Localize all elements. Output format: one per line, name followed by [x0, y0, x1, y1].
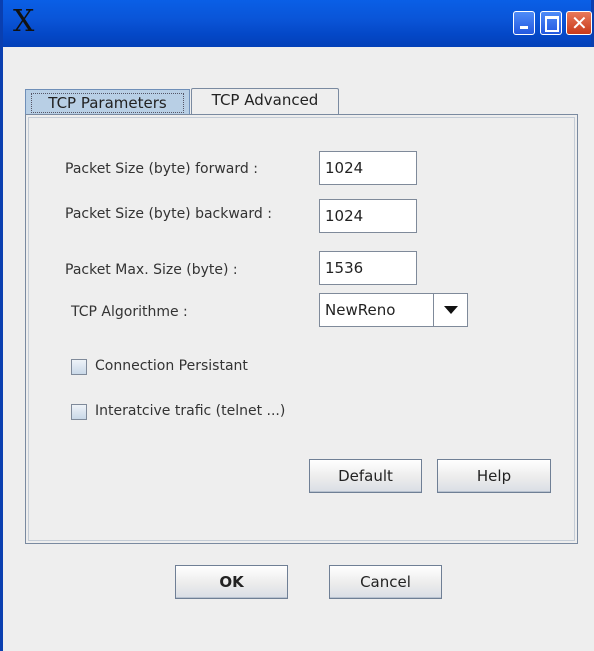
packet-size-forward-field[interactable]: 1024	[319, 151, 417, 185]
interactive-traffic-label: Interatcive trafic (telnet ...)	[95, 403, 286, 419]
chevron-down-icon[interactable]	[433, 294, 467, 326]
close-icon: ✕	[571, 11, 588, 35]
interactive-traffic-checkbox[interactable]	[71, 404, 87, 420]
connection-persistant-label: Connection Persistant	[95, 358, 248, 374]
tab-tcp-advanced[interactable]: TCP Advanced	[191, 88, 339, 114]
packet-size-backward-field[interactable]: 1024	[319, 199, 417, 233]
tcp-algorithm-label: TCP Algorithme :	[71, 304, 188, 320]
packet-size-backward-label: Packet Size (byte) backward :	[65, 206, 272, 222]
minimize-button[interactable]	[513, 11, 535, 35]
maximize-button[interactable]	[540, 11, 562, 35]
tab-tcp-advanced-label: TCP Advanced	[211, 91, 319, 109]
packet-max-size-field[interactable]: 1536	[319, 251, 417, 285]
packet-max-size-label: Packet Max. Size (byte) :	[65, 262, 238, 278]
cancel-button[interactable]: Cancel	[329, 565, 442, 599]
tab-tcp-parameters[interactable]: TCP Parameters	[25, 89, 190, 114]
ok-button[interactable]: OK	[175, 565, 288, 599]
packet-size-forward-label: Packet Size (byte) forward :	[65, 161, 258, 177]
title-bar[interactable]: X ✕	[0, 0, 594, 47]
tcp-algorithm-value: NewReno	[325, 301, 396, 319]
connection-persistant-checkbox[interactable]	[71, 359, 87, 375]
tab-tcp-parameters-label: TCP Parameters	[31, 93, 184, 113]
close-button[interactable]: ✕	[566, 11, 592, 35]
window-app-icon: X	[13, 4, 35, 39]
default-button[interactable]: Default	[309, 459, 422, 493]
help-button[interactable]: Help	[437, 459, 551, 493]
tcp-algorithm-select[interactable]: NewReno	[319, 293, 468, 327]
